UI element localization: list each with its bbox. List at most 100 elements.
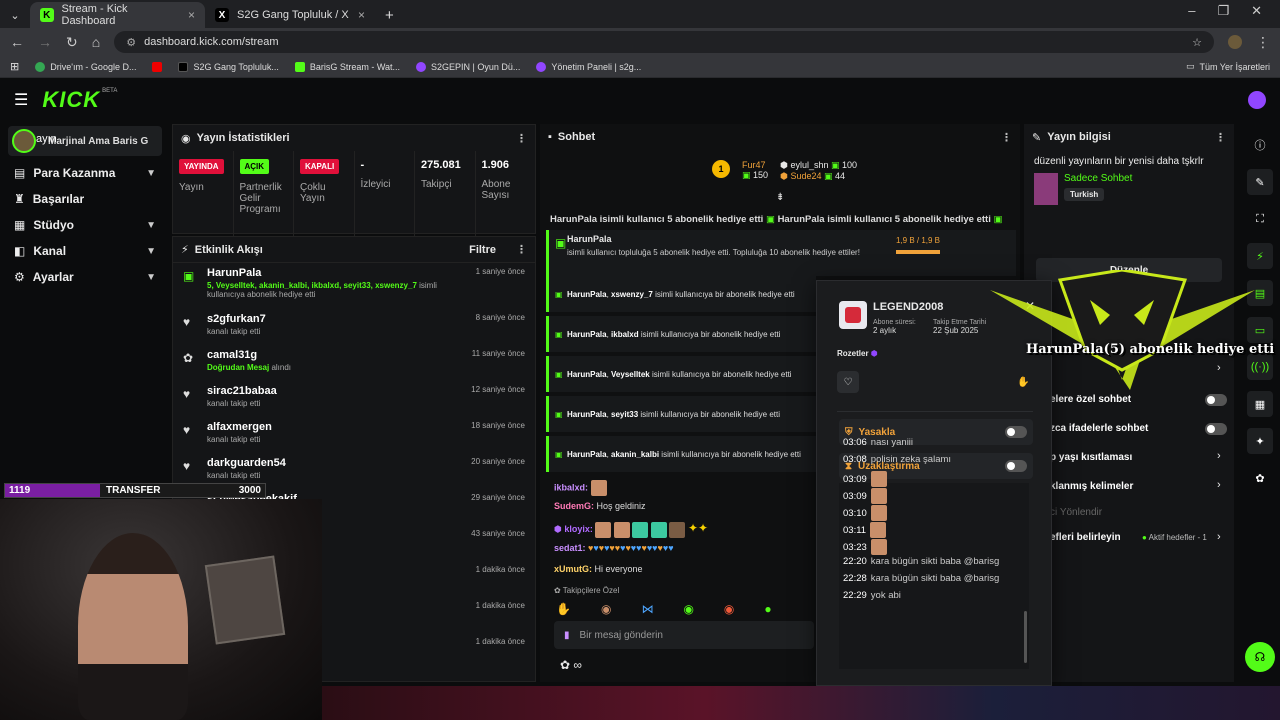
new-tab-button[interactable]: + <box>375 2 404 28</box>
gift-sub-message[interactable]: ▣ HarunPala, ikbalxd isimli kullanıcıya b… <box>546 316 816 352</box>
forward-icon[interactable]: → <box>38 34 52 50</box>
browser-menu-icon[interactable]: ⋮ <box>1256 34 1270 51</box>
setting-goals[interactable]: efleri belirleyin <box>1050 532 1121 543</box>
gift-sub-message[interactable]: ▣ HarunPala, Veyselltek isimli kullanıcıy… <box>546 356 816 392</box>
feed-item[interactable]: ♥ s2gfurkan7 kanalı takip etti 8 saniye ö… <box>173 309 535 345</box>
bolt-icon[interactable]: ⚡ <box>1247 243 1273 269</box>
pinned-gift-message: ▣ HarunPala isimli kullanıcı topluluğa 5… <box>546 230 1016 276</box>
address-bar-row: ← → ↻ ⌂ ⚙ dashboard.kick.com/stream ☆ ⋮ <box>0 28 1280 56</box>
stream-title: düzenli yayınların bir yenisi daha tşkrl… <box>1034 156 1204 167</box>
tab-kick-dashboard[interactable]: K Stream - Kick Dashboard × <box>30 2 205 28</box>
stats-title: Yayın İstatistikleri <box>196 132 290 144</box>
back-icon[interactable]: ← <box>10 34 24 50</box>
more-options-icon[interactable]: ⋮ <box>516 243 527 256</box>
site-info-icon[interactable]: ⚙ <box>126 36 136 49</box>
chat-message[interactable]: ikbalxd: <box>554 480 607 496</box>
setting-subscriber-chat[interactable]: elere özel sohbet <box>1050 394 1131 405</box>
gift-sub-message[interactable]: ▣ HarunPala, akanin_kalbi isimli kullanıc… <box>546 436 816 472</box>
bookmark-youtube[interactable] <box>152 61 163 72</box>
emote-icon[interactable]: ◉ <box>601 602 611 616</box>
badge-icon: ⬢ <box>554 524 562 534</box>
more-options-icon[interactable]: ⋮ <box>1001 131 1012 144</box>
ban-toggle[interactable] <box>1005 426 1027 438</box>
gift-alert-overlay <box>990 270 1255 390</box>
close-window-icon[interactable]: ✕ <box>1251 3 1262 19</box>
community-icon[interactable]: ✿ <box>1247 465 1273 491</box>
nav-kanal[interactable]: ◧ Kanal ▼ <box>8 238 162 264</box>
chat-message[interactable]: ⬢ kloyix: ✦✦ <box>554 521 708 538</box>
youtube-icon <box>152 61 163 72</box>
heart-button[interactable]: ♡ <box>837 371 859 393</box>
bookmark-drive[interactable]: Drive'ım - Google D... <box>35 61 136 72</box>
profile-avatar[interactable] <box>1228 35 1242 49</box>
timeout-toggle[interactable] <box>1005 460 1027 472</box>
feed-item[interactable]: ▣ HarunPala 5, Veyselltek, akanin_kalbi, … <box>173 263 535 309</box>
user-log-message: 22:28 kara bügün sikti baba @barisg <box>843 573 1000 584</box>
reload-icon[interactable]: ↻ <box>66 34 78 51</box>
nav-studyo[interactable]: ▦ Stüdyo ▼ <box>8 212 162 238</box>
emote-icon[interactable]: ◉ <box>683 602 693 616</box>
kick-logo[interactable]: KICK <box>42 87 100 113</box>
info-icon[interactable]: ⓘ <box>1247 132 1273 158</box>
layout-icon[interactable]: ▦ <box>1247 391 1273 417</box>
home-icon[interactable]: ⌂ <box>92 34 100 50</box>
chat-settings-icon[interactable]: ✿ ∞ <box>560 658 582 672</box>
wrench-icon[interactable]: ✦ <box>1247 428 1273 454</box>
feed-item[interactable]: ♥ sirac21babaa kanalı takip etti 12 saniy… <box>173 381 535 417</box>
chat-message-input[interactable]: ▮ Bir mesaj gönderin <box>554 621 814 649</box>
emote <box>590 480 607 496</box>
emote-icon[interactable]: ● <box>764 602 771 616</box>
bookmark-star-icon[interactable]: ☆ <box>1192 36 1202 49</box>
category-link[interactable]: Sadece Sohbet <box>1064 173 1132 184</box>
more-options-icon[interactable]: ⋮ <box>1215 131 1226 144</box>
stat-izleyici: - İzleyici <box>355 151 415 241</box>
setting-age-restriction[interactable]: p yaşı kısıtlaması <box>1050 452 1132 463</box>
chat-message[interactable]: xUmutG: Hi everyone <box>554 564 643 574</box>
browser-tabbar: ⌄ K Stream - Kick Dashboard × X S2G Gang… <box>0 0 1280 28</box>
gift-icon: ▣ <box>765 214 775 225</box>
setting-banned-words[interactable]: klanmış kelimeler <box>1050 481 1133 492</box>
setting-emote-only[interactable]: zca ifadelerle sohbet <box>1050 423 1148 434</box>
collapse-icon[interactable]: ⇟ <box>776 192 784 203</box>
nav-basarilar[interactable]: ♜ Başarılar <box>8 186 162 212</box>
all-bookmarks[interactable]: ▭ Tüm Yer İşaretleri <box>1186 61 1270 72</box>
feed-item[interactable]: ✿ camal31g Doğrudan Mesaj alındı 11 saniy… <box>173 345 535 381</box>
edit-icon[interactable]: ✎ <box>1247 169 1273 195</box>
mic-icon[interactable]: ▮ <box>564 630 570 641</box>
bookmark-yonetim[interactable]: Yönetim Paneli | s2g... <box>536 61 641 72</box>
minimize-icon[interactable]: – <box>1188 3 1195 19</box>
kick-favicon-icon: K <box>40 8 54 22</box>
nav-ayarlar[interactable]: ⚙ Ayarlar ▼ <box>8 264 162 290</box>
emote-icon[interactable]: ⋈ <box>641 602 653 616</box>
apps-grid-icon[interactable]: ⊞ <box>10 60 19 73</box>
gift-sub-message[interactable]: ▣ HarunPala, seyit33 isimli kullanıcıya b… <box>546 396 816 432</box>
bookmark-x[interactable]: S2G Gang Topluluk... <box>178 61 279 72</box>
more-options-icon[interactable]: ⋮ <box>516 132 527 145</box>
channel-selector[interactable]: ayın Marjinal Ama Baris G <box>8 126 162 156</box>
fullscreen-icon[interactable]: ⛶ <box>1247 206 1273 232</box>
url-field[interactable]: ⚙ dashboard.kick.com/stream ☆ <box>114 31 1214 53</box>
close-tab-icon[interactable]: × <box>358 8 365 22</box>
bookmark-kick[interactable]: BarisG Stream - Wat... <box>294 61 400 72</box>
tab-x-topluluk[interactable]: X S2G Gang Topluluk / X × <box>205 2 375 28</box>
emote-icon[interactable]: ◉ <box>724 602 734 616</box>
hamburger-menu-icon[interactable]: ☰ <box>14 90 28 110</box>
emote-icon[interactable]: ✋ <box>556 602 571 616</box>
tab-search-button[interactable]: ⌄ <box>0 2 30 28</box>
log-scrollbar[interactable] <box>1024 611 1027 663</box>
nav-para-kazanma[interactable]: ▤ Para Kazanma ▼ <box>8 160 162 186</box>
emote-only-toggle[interactable] <box>1205 423 1227 435</box>
support-headset-icon[interactable]: ☊ <box>1245 642 1275 672</box>
chat-message[interactable]: SudemG: Hoş geldiniz <box>554 501 646 511</box>
close-tab-icon[interactable]: × <box>188 8 195 22</box>
bookmark-s2gepin[interactable]: S2GEPIN | Oyun Dü... <box>416 61 520 72</box>
url-text: dashboard.kick.com/stream <box>144 36 279 48</box>
filter-button[interactable]: Filtre <box>469 244 496 256</box>
setting-redirect[interactable]: ci Yönlendir <box>1050 507 1102 518</box>
subscriber-chat-toggle[interactable] <box>1205 394 1227 406</box>
gift-sub-message[interactable]: ▣ HarunPala, xswenzy_7 isimli kullanıcıya… <box>546 276 816 312</box>
feed-item[interactable]: ♥ alfaxmergen kanalı takip etti 18 saniye… <box>173 417 535 453</box>
user-avatar[interactable] <box>1248 91 1266 109</box>
restore-icon[interactable]: ❐ <box>1217 3 1229 19</box>
chat-message[interactable]: sedat1: ♥♥♥♥♥♥♥♥♥♥♥♥♥♥♥♥ <box>554 543 674 553</box>
